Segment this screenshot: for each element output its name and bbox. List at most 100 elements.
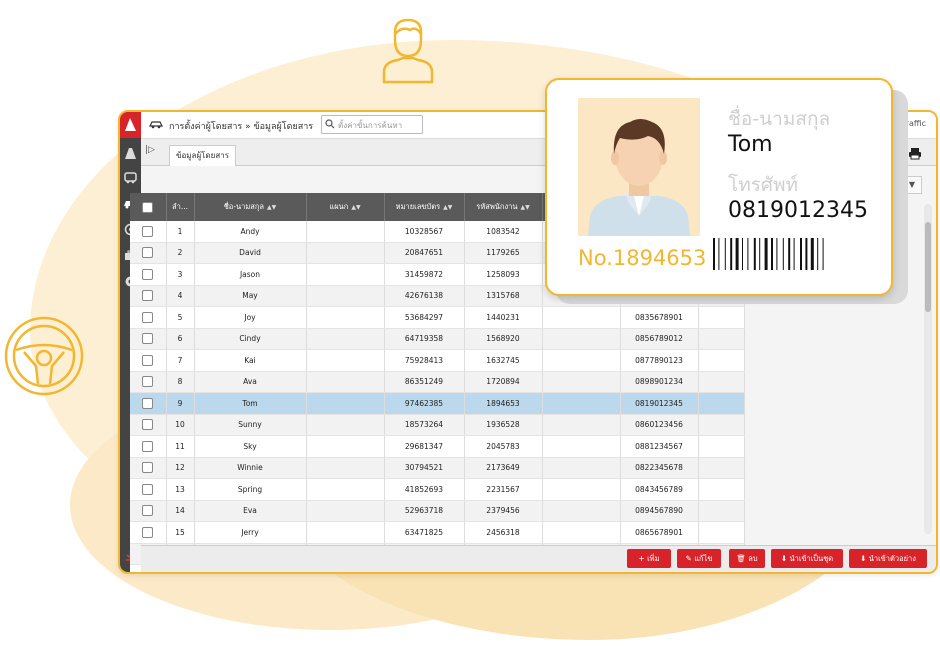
cell-dept (306, 414, 385, 436)
cell-phone: 0877890123 (620, 349, 699, 372)
cell-emp: 2045783 (464, 435, 543, 458)
cell-phone: 0865678901 (620, 521, 699, 544)
select-all-checkbox[interactable] (130, 193, 167, 221)
cell-no: 12 (166, 457, 195, 479)
row-checkbox[interactable] (130, 221, 167, 243)
table-row[interactable]: 10 Sunny 18573264 1936528 0860123456 (130, 414, 745, 436)
row-checkbox[interactable] (130, 263, 167, 286)
cell-no: 2 (166, 242, 195, 264)
row-checkbox[interactable] (130, 521, 167, 544)
search-input[interactable]: ตั้งค่าขั้นการค้นหา (321, 115, 423, 134)
cell-extra (542, 414, 621, 436)
barcode-bar (793, 238, 795, 270)
table-row[interactable]: 11 Sky 29681347 2045783 0881234567 (130, 435, 745, 458)
search-icon (325, 119, 335, 129)
cell-extra2 (698, 521, 745, 544)
barcode (713, 238, 824, 270)
col-header-dept[interactable]: แผนก ▲▼ (306, 193, 385, 221)
cell-dept (306, 263, 385, 286)
cell-card: 41852693 (384, 478, 465, 501)
cell-emp: 1894653 (464, 392, 543, 415)
sidebar-road-icon[interactable] (123, 146, 138, 161)
cell-dept (306, 221, 385, 243)
cell-extra (542, 306, 621, 329)
row-checkbox[interactable] (130, 371, 167, 393)
cell-name: Sky (194, 435, 307, 458)
cell-dept (306, 457, 385, 479)
cell-no: 7 (166, 349, 195, 372)
collapse-sidebar-icon[interactable]: |▷ (145, 145, 155, 155)
row-checkbox[interactable] (130, 242, 167, 264)
import-sample-button[interactable]: ⬇ นำเข้าตัวอย่าง (849, 549, 927, 568)
cell-emp: 1083542 (464, 221, 543, 243)
cell-name: Jason (194, 263, 307, 286)
cell-extra (542, 392, 621, 415)
app-logo (120, 112, 141, 138)
row-checkbox[interactable] (130, 285, 167, 307)
row-checkbox[interactable] (130, 500, 167, 522)
cell-extra (542, 371, 621, 393)
table-row[interactable]: 5 Joy 53684297 1440231 0835678901 (130, 306, 745, 329)
table-row[interactable]: 8 Ava 86351249 1720894 0898901234 (130, 371, 745, 393)
tab-passenger-info[interactable]: ข้อมูลผู้โดยสาร (169, 145, 236, 166)
cell-dept (306, 306, 385, 329)
barcode-bar (718, 238, 720, 270)
cell-no: 4 (166, 285, 195, 307)
vertical-scrollbar[interactable] (924, 204, 932, 534)
row-checkbox[interactable] (130, 349, 167, 372)
cell-extra (542, 521, 621, 544)
col-header-no[interactable]: ลำ... (166, 193, 195, 221)
scrollbar-thumb[interactable] (925, 222, 931, 312)
cell-card: 53684297 (384, 306, 465, 329)
table-row[interactable]: 14 Eva 52963718 2379456 0894567890 (130, 500, 745, 522)
avatar (578, 98, 700, 236)
barcode-bar (730, 238, 733, 270)
edit-button[interactable]: ✎ แก้ไข (677, 549, 721, 568)
cell-name: Andy (194, 221, 307, 243)
barcode-bar (810, 238, 814, 270)
cell-extra2 (698, 435, 745, 458)
name-value: Tom (728, 132, 773, 157)
barcode-bar (764, 238, 768, 270)
passenger-id-card: ชื่อ-นามสกุล Tom โทรศัพท์ 0819012345 No.… (545, 78, 893, 296)
card-number: No.1894653 (578, 246, 707, 270)
table-row[interactable]: 12 Winnie 30794521 2173649 0822345678 (130, 457, 745, 479)
batch-import-button[interactable]: ⬇ นำเข้าเป็นชุด (771, 549, 843, 568)
cell-emp: 2173649 (464, 457, 543, 479)
person-outline-icon (380, 16, 436, 88)
table-row[interactable]: 13 Spring 41852693 2231567 0843456789 (130, 478, 745, 501)
col-header-card[interactable]: หมายเลขบัตร ▲▼ (384, 193, 465, 221)
row-checkbox[interactable] (130, 392, 167, 415)
col-header-name[interactable]: ชื่อ-นามสกุล ▲▼ (194, 193, 307, 221)
table-row[interactable]: 9 Tom 97462385 1894653 0819012345 (130, 392, 745, 415)
table-row[interactable]: 15 Jerry 63471825 2456318 0865678901 (130, 521, 745, 544)
cell-no: 1 (166, 221, 195, 243)
barcode-bar (753, 238, 756, 270)
col-header-emp[interactable]: รหัสพนักงาน ▲▼ (464, 193, 543, 221)
steering-wheel-icon (2, 314, 86, 402)
row-checkbox[interactable] (130, 414, 167, 436)
barcode-bar (742, 238, 743, 270)
cell-phone: 0894567890 (620, 500, 699, 522)
cell-dept (306, 349, 385, 372)
cell-emp: 1179265 (464, 242, 543, 264)
row-checkbox[interactable] (130, 306, 167, 329)
cell-emp: 1720894 (464, 371, 543, 393)
cell-phone: 0860123456 (620, 414, 699, 436)
row-checkbox[interactable] (130, 478, 167, 501)
cell-no: 14 (166, 500, 195, 522)
add-button[interactable]: + เพิ่ม (627, 549, 671, 568)
name-label: ชื่อ-นามสกุล (728, 108, 831, 130)
row-checkbox[interactable] (130, 457, 167, 479)
sidebar-bus-icon[interactable] (123, 170, 138, 185)
cell-dept (306, 478, 385, 501)
row-checkbox[interactable] (130, 328, 167, 350)
cell-no: 6 (166, 328, 195, 350)
row-checkbox[interactable] (130, 435, 167, 458)
table-row[interactable]: 6 Cindy 64719358 1568920 0856789012 (130, 328, 745, 350)
delete-button[interactable]: 🗑 ลบ (729, 549, 765, 568)
cell-no: 13 (166, 478, 195, 501)
table-row[interactable]: 7 Kai 75928413 1632745 0877890123 (130, 349, 745, 372)
printer-icon[interactable] (908, 145, 922, 164)
barcode-bar (713, 238, 715, 270)
